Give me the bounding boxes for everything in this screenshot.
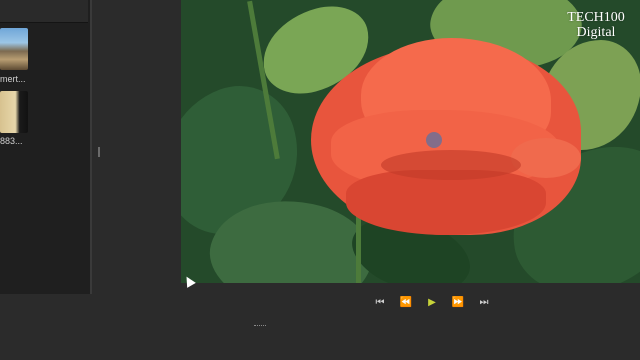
media-bin-panel: mert... 883... (0, 0, 92, 294)
play-icon[interactable]: ▶ (425, 296, 439, 310)
skip-to-end-icon[interactable]: ⏭ (477, 296, 491, 310)
panel-border (90, 0, 92, 294)
skip-to-start-icon[interactable]: ⏮ (373, 296, 387, 310)
media-thumbnail-1[interactable] (0, 28, 28, 70)
watermark-line-2: Digital (576, 25, 616, 40)
playback-controls: ⏮ ⏪ ▶ ⏩ ⏭ (370, 296, 490, 310)
media-thumbnail-label-1: mert... (0, 74, 26, 84)
step-forward-icon[interactable]: ⏩ (451, 296, 465, 310)
watermark-line-1: TECH100 (567, 10, 625, 25)
media-thumbnail-2[interactable] (0, 91, 28, 133)
preview-playhead-dot[interactable] (426, 132, 442, 148)
panel-splitter-handle[interactable] (98, 147, 100, 157)
step-back-icon[interactable]: ⏪ (399, 296, 413, 310)
video-preview[interactable]: TECH100 Digital (181, 0, 640, 283)
media-thumbnail-label-2: 883... (0, 136, 23, 146)
rose-shadow (381, 150, 521, 180)
media-bin-search-bar[interactable] (0, 0, 88, 23)
watermark-logo: TECH100 Digital (556, 10, 636, 40)
timeline-resize-grip[interactable] (254, 325, 266, 328)
rose-petals (511, 138, 581, 178)
